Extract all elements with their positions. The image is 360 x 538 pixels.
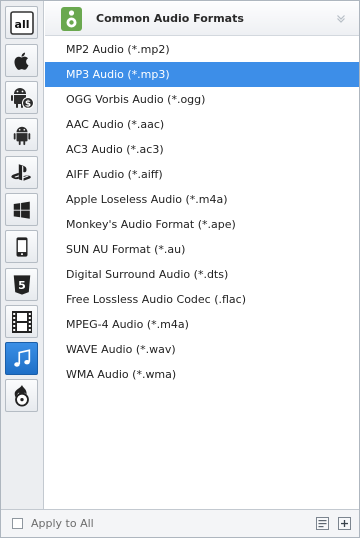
format-item-ape[interactable]: Monkey's Audio Format (*.ape) [45, 212, 359, 237]
category-apple-button[interactable] [5, 44, 38, 77]
category-windows-button[interactable] [5, 193, 38, 226]
add-profile-icon [338, 517, 351, 533]
format-item-dts[interactable]: Digital Surround Audio (*.dts) [45, 262, 359, 287]
category-android-store-button[interactable]: $ [5, 81, 38, 114]
format-group-title: Common Audio Formats [96, 12, 244, 25]
category-burn-disc-button[interactable] [5, 379, 38, 412]
category-rail: all $ 5 [1, 1, 44, 509]
add-profile-button[interactable] [338, 517, 351, 530]
format-item-aiff[interactable]: AIFF Audio (*.aiff) [45, 162, 359, 187]
android-store-icon: $ [10, 86, 34, 110]
footer-bar: Apply to All [1, 509, 359, 537]
category-audio-button[interactable] [5, 342, 38, 375]
format-item-flac[interactable]: Free Lossless Audio Codec (.flac) [45, 287, 359, 312]
film-strip-icon [10, 310, 34, 334]
format-item-au[interactable]: SUN AU Format (*.au) [45, 237, 359, 262]
edit-profile-icon [316, 517, 329, 533]
svg-text:5: 5 [18, 279, 26, 292]
all-formats-icon: all [9, 10, 34, 35]
music-note-icon [11, 348, 33, 370]
all-formats-icon-label: all [14, 18, 29, 31]
format-item-aac[interactable]: AAC Audio (*.aac) [45, 112, 359, 137]
format-picker-panel: all $ 5 Common Audio Formats MP2 Audio (… [0, 0, 360, 538]
category-android-button[interactable] [5, 118, 38, 151]
format-item-alac[interactable]: Apple Loseless Audio (*.m4a) [45, 187, 359, 212]
html5-icon: 5 [11, 274, 33, 296]
edit-profile-button[interactable] [316, 517, 329, 530]
format-list: MP2 Audio (*.mp2) MP3 Audio (*.mp3) OGG … [45, 37, 359, 507]
chevron-down-icon[interactable] [335, 12, 347, 24]
format-item-ac3[interactable]: AC3 Audio (*.ac3) [45, 137, 359, 162]
android-icon [11, 124, 33, 146]
category-mobile-phone-button[interactable] [5, 230, 38, 263]
category-video-button[interactable] [5, 305, 38, 338]
speaker-icon [61, 7, 82, 31]
format-item-wma[interactable]: WMA Audio (*.wma) [45, 362, 359, 387]
mobile-phone-icon [11, 236, 33, 258]
apply-to-all-checkbox[interactable] [12, 518, 23, 529]
category-playstation-button[interactable] [5, 156, 38, 189]
format-item-m4a[interactable]: MPEG-4 Audio (*.m4a) [45, 312, 359, 337]
format-item-wav[interactable]: WAVE Audio (*.wav) [45, 337, 359, 362]
burn-disc-icon [11, 384, 33, 408]
apple-icon [11, 50, 33, 72]
category-all-button[interactable]: all [5, 6, 38, 39]
svg-text:$: $ [24, 99, 30, 109]
format-group-header[interactable]: Common Audio Formats [45, 2, 359, 36]
windows-icon [11, 199, 33, 221]
category-html5-button[interactable]: 5 [5, 268, 38, 301]
format-item-mp2[interactable]: MP2 Audio (*.mp2) [45, 37, 359, 62]
apply-to-all-label: Apply to All [31, 517, 94, 530]
format-item-ogg[interactable]: OGG Vorbis Audio (*.ogg) [45, 87, 359, 112]
playstation-icon [10, 162, 34, 184]
format-item-mp3[interactable]: MP3 Audio (*.mp3) [45, 62, 359, 87]
